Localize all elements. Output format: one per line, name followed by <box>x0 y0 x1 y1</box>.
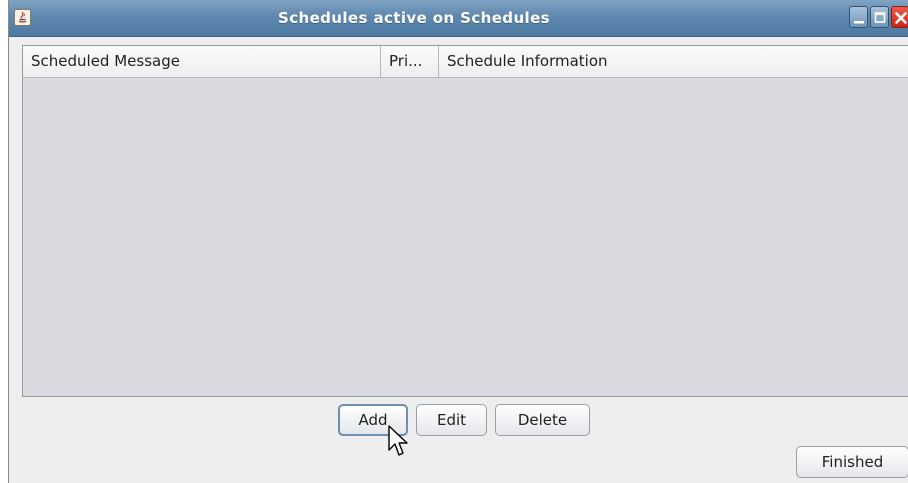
title-part-2: activ <box>373 9 417 27</box>
schedules-dialog: Schedules active on Schedules Scheduled … <box>8 0 908 483</box>
title-bar[interactable]: Schedules active on Schedules <box>9 0 908 37</box>
minimize-icon <box>854 21 864 24</box>
finished-button[interactable]: Finished <box>796 446 908 478</box>
close-icon <box>895 12 907 24</box>
schedules-table[interactable]: Scheduled Message Pri... Schedule Inform… <box>22 45 908 397</box>
title-part-3: e on Schedules <box>416 9 550 27</box>
close-button[interactable] <box>891 6 908 28</box>
window-controls <box>849 6 908 30</box>
column-header-schedule-information[interactable]: Schedule Information <box>439 46 908 77</box>
maximize-icon <box>874 12 886 23</box>
title-part-1: Schedules <box>278 9 374 27</box>
table-header: Scheduled Message Pri... Schedule Inform… <box>23 46 908 78</box>
add-button[interactable]: Add <box>338 404 408 436</box>
action-buttons: Add Edit Delete <box>9 404 908 436</box>
column-header-scheduled-message[interactable]: Scheduled Message <box>23 46 381 77</box>
minimize-button[interactable] <box>849 6 868 28</box>
edit-button[interactable]: Edit <box>416 404 487 436</box>
maximize-button[interactable] <box>870 6 889 28</box>
column-header-priority[interactable]: Pri... <box>381 46 439 77</box>
window-title: Schedules active on Schedules <box>9 9 819 27</box>
delete-button[interactable]: Delete <box>495 404 590 436</box>
